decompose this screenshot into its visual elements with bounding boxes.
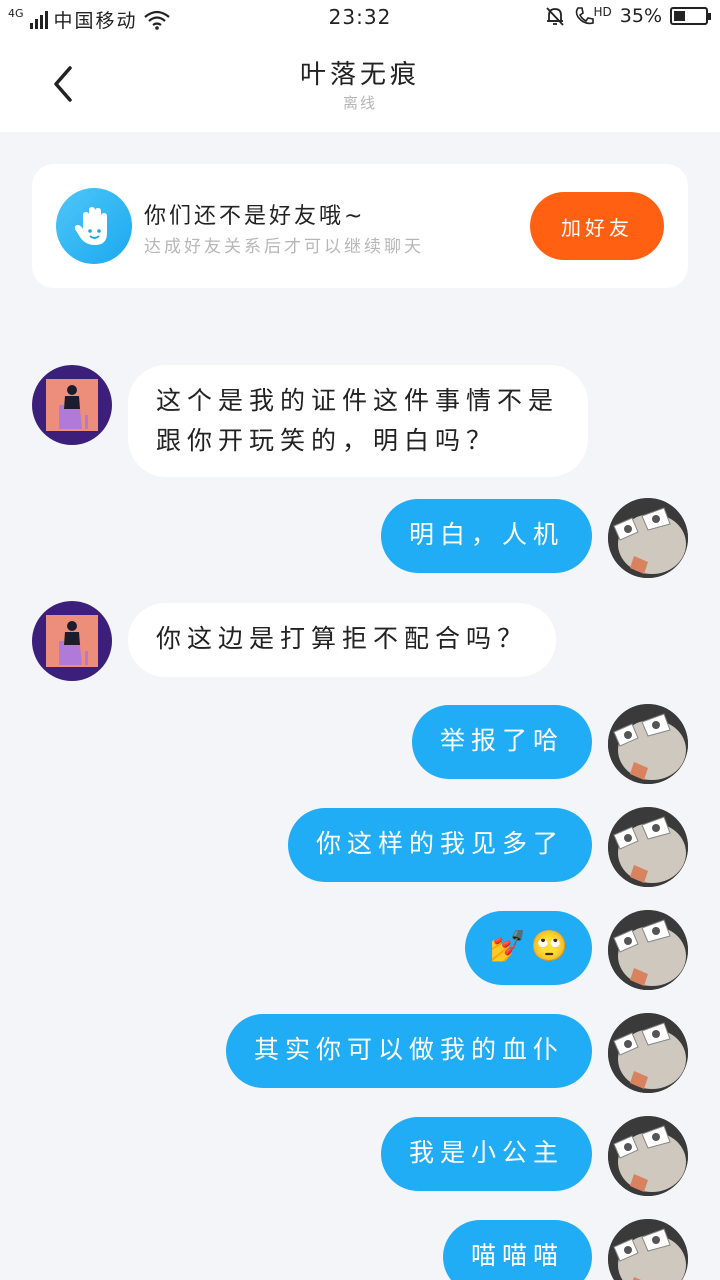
cat-avatar-image	[608, 910, 688, 990]
battery-fill	[674, 11, 685, 21]
my-avatar[interactable]	[608, 498, 688, 578]
message-bubble-out[interactable]: 💅 🙄	[465, 911, 592, 985]
hand-icon	[56, 188, 132, 264]
message-text: 你这边是打算拒不配合吗？	[156, 624, 529, 653]
message-bubble-in[interactable]: 你这边是打算拒不配合吗？	[128, 603, 557, 677]
message-bubble-out[interactable]: 其实你可以做我的血仆	[225, 1014, 592, 1088]
notice-title: 你们还不是好友哦~	[144, 204, 366, 229]
mute-bell-icon	[545, 7, 564, 26]
hd-call-icon: HD	[574, 5, 612, 27]
message-text: 你这样的我见多了	[315, 829, 564, 858]
message-text: 明白，人机	[408, 520, 564, 549]
message-text: 其实你可以做我的血仆	[253, 1035, 564, 1064]
message-bubble-in[interactable]: 这个是我的证件这件事情不是 跟你开玩笑的，明白吗？	[128, 365, 588, 477]
message-text: 喵喵喵	[470, 1241, 564, 1270]
emoji-row: 💅 🙄	[489, 927, 568, 967]
contact-avatar[interactable]	[32, 365, 112, 445]
contact-avatar-image	[46, 379, 98, 431]
my-avatar[interactable]	[608, 1013, 688, 1093]
contact-avatar[interactable]	[32, 601, 112, 681]
my-avatar[interactable]	[608, 1116, 688, 1196]
message-text: 举报了哈	[439, 726, 564, 755]
cat-avatar-image	[608, 1013, 688, 1093]
status-bar: 4G 中国移动 23:32 HD 35%	[0, 0, 720, 36]
cat-avatar-image	[608, 498, 688, 578]
battery-icon	[670, 7, 711, 25]
my-avatar[interactable]	[608, 704, 688, 784]
message-line: 这个是我的证件这件事情不是	[156, 386, 560, 415]
message-line: 跟你开玩笑的，明白吗？	[156, 426, 498, 455]
eye-roll-emoji: 🙄	[530, 929, 568, 964]
battery-percent: 35%	[619, 5, 662, 27]
add-friend-button[interactable]: 加好友	[530, 192, 664, 260]
message-bubble-out[interactable]: 你这样的我见多了	[287, 808, 592, 882]
contact-status: 离线	[342, 94, 377, 112]
friend-notice-card: 你们还不是好友哦~ 达成好友关系后才可以继续聊天 加好友	[32, 164, 688, 288]
nail-polish-emoji: 💅	[489, 929, 527, 964]
my-avatar[interactable]	[608, 910, 688, 990]
chat-header: 叶落无痕 离线	[0, 36, 720, 132]
contact-name: 叶落无痕	[299, 60, 420, 90]
message-bubble-out[interactable]: 明白，人机	[380, 499, 592, 573]
message-text: 我是小公主	[408, 1138, 564, 1167]
cat-avatar-image	[608, 1116, 688, 1196]
message-bubble-out[interactable]: 喵喵喵	[442, 1220, 592, 1280]
contact-avatar-image	[46, 615, 98, 667]
cat-avatar-image	[608, 704, 688, 784]
status-right: HD 35%	[544, 5, 711, 27]
notice-subtitle: 达成好友关系后才可以继续聊天	[144, 237, 424, 257]
cat-avatar-image	[608, 1219, 688, 1280]
my-avatar[interactable]	[608, 807, 688, 887]
message-bubble-out[interactable]: 举报了哈	[411, 705, 592, 779]
message-bubble-out[interactable]: 我是小公主	[380, 1117, 592, 1191]
cat-avatar-image	[608, 807, 688, 887]
my-avatar[interactable]	[608, 1219, 688, 1280]
hd-label: HD	[593, 5, 612, 19]
